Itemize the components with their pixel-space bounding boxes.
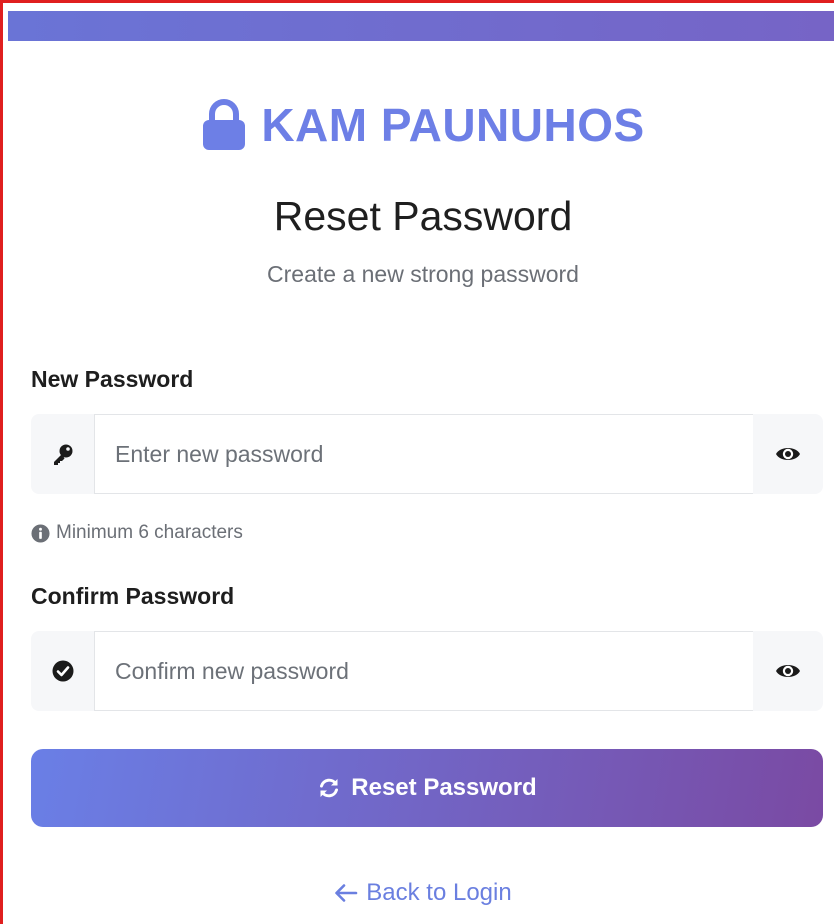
- confirm-password-addon: [31, 631, 94, 711]
- check-circle-icon: [52, 660, 73, 682]
- password-hint-text: Minimum 6 characters: [56, 522, 243, 543]
- brand-header: KAM PAUNUHOS: [9, 98, 834, 152]
- eye-icon: [776, 448, 800, 460]
- password-hint: Minimum 6 characters: [31, 522, 243, 544]
- arrow-left-icon: [335, 884, 358, 902]
- top-accent-bar: [8, 11, 834, 41]
- new-password-toggle-button[interactable]: [753, 414, 823, 494]
- info-icon: [31, 523, 50, 543]
- brand-name: KAM PAUNUHOS: [261, 99, 645, 151]
- page-subtitle: Create a new strong password: [267, 261, 579, 287]
- page-title: Reset Password: [273, 193, 573, 239]
- confirm-password-group: [31, 631, 823, 711]
- confirm-password-label: Confirm Password: [31, 583, 235, 609]
- new-password-group: [31, 414, 823, 494]
- eye-icon: [776, 665, 800, 677]
- browser-window: KAM PAUNUHOS Reset Password Create a new…: [0, 0, 834, 924]
- lock-icon: [203, 99, 246, 150]
- back-to-login-link[interactable]: Back to Login: [9, 879, 834, 907]
- back-to-login-label: Back to Login: [366, 879, 512, 906]
- new-password-label: New Password: [31, 366, 194, 392]
- reset-password-button[interactable]: Reset Password: [31, 749, 823, 827]
- key-icon: [53, 444, 72, 465]
- reset-password-card: KAM PAUNUHOS Reset Password Create a new…: [9, 41, 834, 924]
- refresh-icon: [320, 778, 339, 798]
- new-password-input[interactable]: [94, 414, 753, 494]
- new-password-addon: [31, 414, 94, 494]
- reset-password-button-label: Reset Password: [351, 774, 537, 801]
- confirm-password-input[interactable]: [94, 631, 753, 711]
- confirm-password-toggle-button[interactable]: [753, 631, 823, 711]
